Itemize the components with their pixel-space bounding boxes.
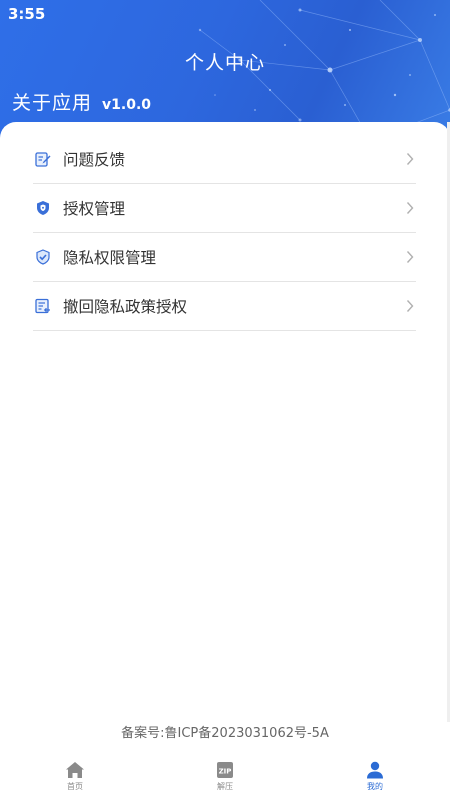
chevron-right-icon [406,153,414,165]
menu-item-label: 授权管理 [63,200,126,218]
chevron-right-icon [406,251,414,263]
zip-icon: ZIP [217,762,233,778]
icp-record: 备案号:鲁ICP备2023031062号-5A [121,726,329,741]
tab-home[interactable]: 首页 [0,756,150,800]
tab-label: 首页 [67,782,83,791]
tab-label: 解压 [217,782,233,791]
bottom-tab-bar: 首页 ZIP 解压 我的 [0,756,450,800]
status-bar-time: 3:55 [8,5,46,23]
menu-item-authorization[interactable]: 授权管理 [33,184,416,233]
page-title: 个人中心 [184,52,265,74]
person-icon [367,761,383,779]
feedback-edit-icon [35,151,51,167]
shield-icon [35,200,51,216]
content-card: 问题反馈 授权管理 隐私权限管理 撤回隐私政策授权 [0,122,450,762]
chevron-right-icon [406,202,414,214]
menu-item-revoke-privacy[interactable]: 撤回隐私政策授权 [33,282,416,331]
menu-item-feedback[interactable]: 问题反馈 [33,135,416,184]
tab-mine[interactable]: 我的 [300,756,450,800]
svg-text:ZIP: ZIP [219,768,232,776]
tab-unzip[interactable]: ZIP 解压 [150,756,300,800]
home-icon [66,762,84,778]
menu-item-privacy-permissions[interactable]: 隐私权限管理 [33,233,416,282]
menu-item-label: 隐私权限管理 [63,249,157,267]
tab-label: 我的 [367,782,383,791]
about-app[interactable]: 关于应用 v1.0.0 [12,88,151,115]
document-revoke-icon [35,298,51,314]
menu-item-label: 问题反馈 [63,151,126,169]
about-app-label: 关于应用 [12,92,93,114]
menu-item-label: 撤回隐私政策授权 [63,298,188,316]
shield-check-icon [35,249,51,265]
app-version: v1.0.0 [102,97,152,113]
settings-menu: 问题反馈 授权管理 隐私权限管理 撤回隐私政策授权 [33,135,416,331]
chevron-right-icon [406,300,414,312]
